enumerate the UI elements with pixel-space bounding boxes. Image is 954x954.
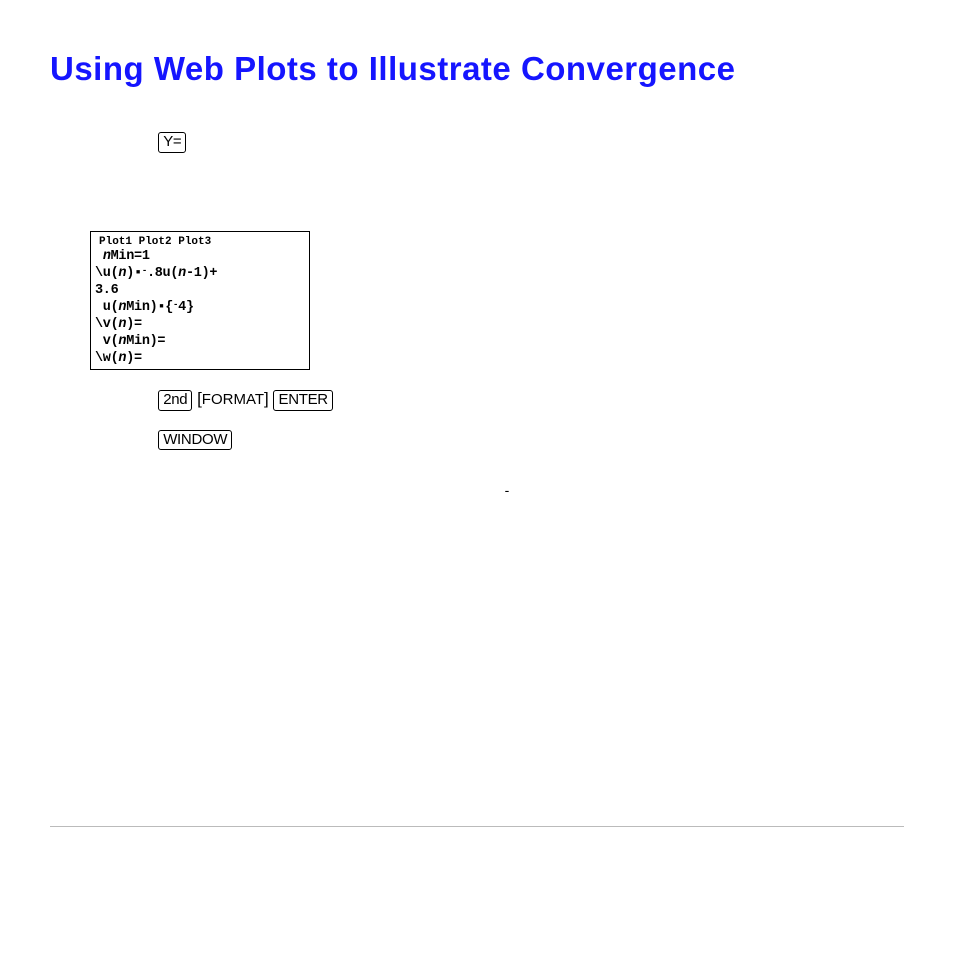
step-number: 2.: [50, 193, 110, 219]
calc-line: u(nMin)▪{-4}: [95, 300, 305, 317]
calc-header: Plot1 Plot2 Plot3: [95, 236, 305, 250]
step-text: Press Y= to display the sequence Y= edit…: [110, 128, 904, 179]
key-enter: ENTER: [273, 390, 332, 411]
key-window: WINDOW: [158, 430, 232, 451]
step-number: 1.: [50, 128, 110, 179]
footer-right: Sequences: [829, 837, 904, 854]
calc-line: nMin=1: [95, 249, 305, 266]
calc-line: \u(n)▪-.8u(n-1)+: [95, 266, 305, 283]
calculator-screen: Plot1 Plot2 Plot3 nMin=1 \u(n)▪-.8u(n-1)…: [90, 231, 310, 371]
calc-line: \v(n)=: [95, 317, 305, 334]
footer-left: 6-6: [50, 837, 72, 854]
step-number: 4.: [50, 426, 110, 503]
calc-line: v(nMin)=: [95, 334, 305, 351]
calc-line: 3.6: [95, 283, 305, 300]
key-2nd: 2nd: [158, 390, 192, 411]
step-number: 3.: [50, 386, 110, 412]
page-title: Using Web Plots to Illustrate Convergenc…: [50, 50, 904, 88]
divider: [50, 826, 904, 827]
key-y-equals: Y=: [158, 132, 186, 153]
calc-line: \w(n)=: [95, 351, 305, 368]
key-format: FORMAT: [202, 391, 264, 408]
step-text: Press 2nd [FORMAT] ENTER to set ...: [110, 386, 904, 412]
step-text: Press WINDOW and set the variables as sh…: [110, 426, 904, 503]
step-text: Press to enter the functions for ...: [110, 193, 904, 219]
